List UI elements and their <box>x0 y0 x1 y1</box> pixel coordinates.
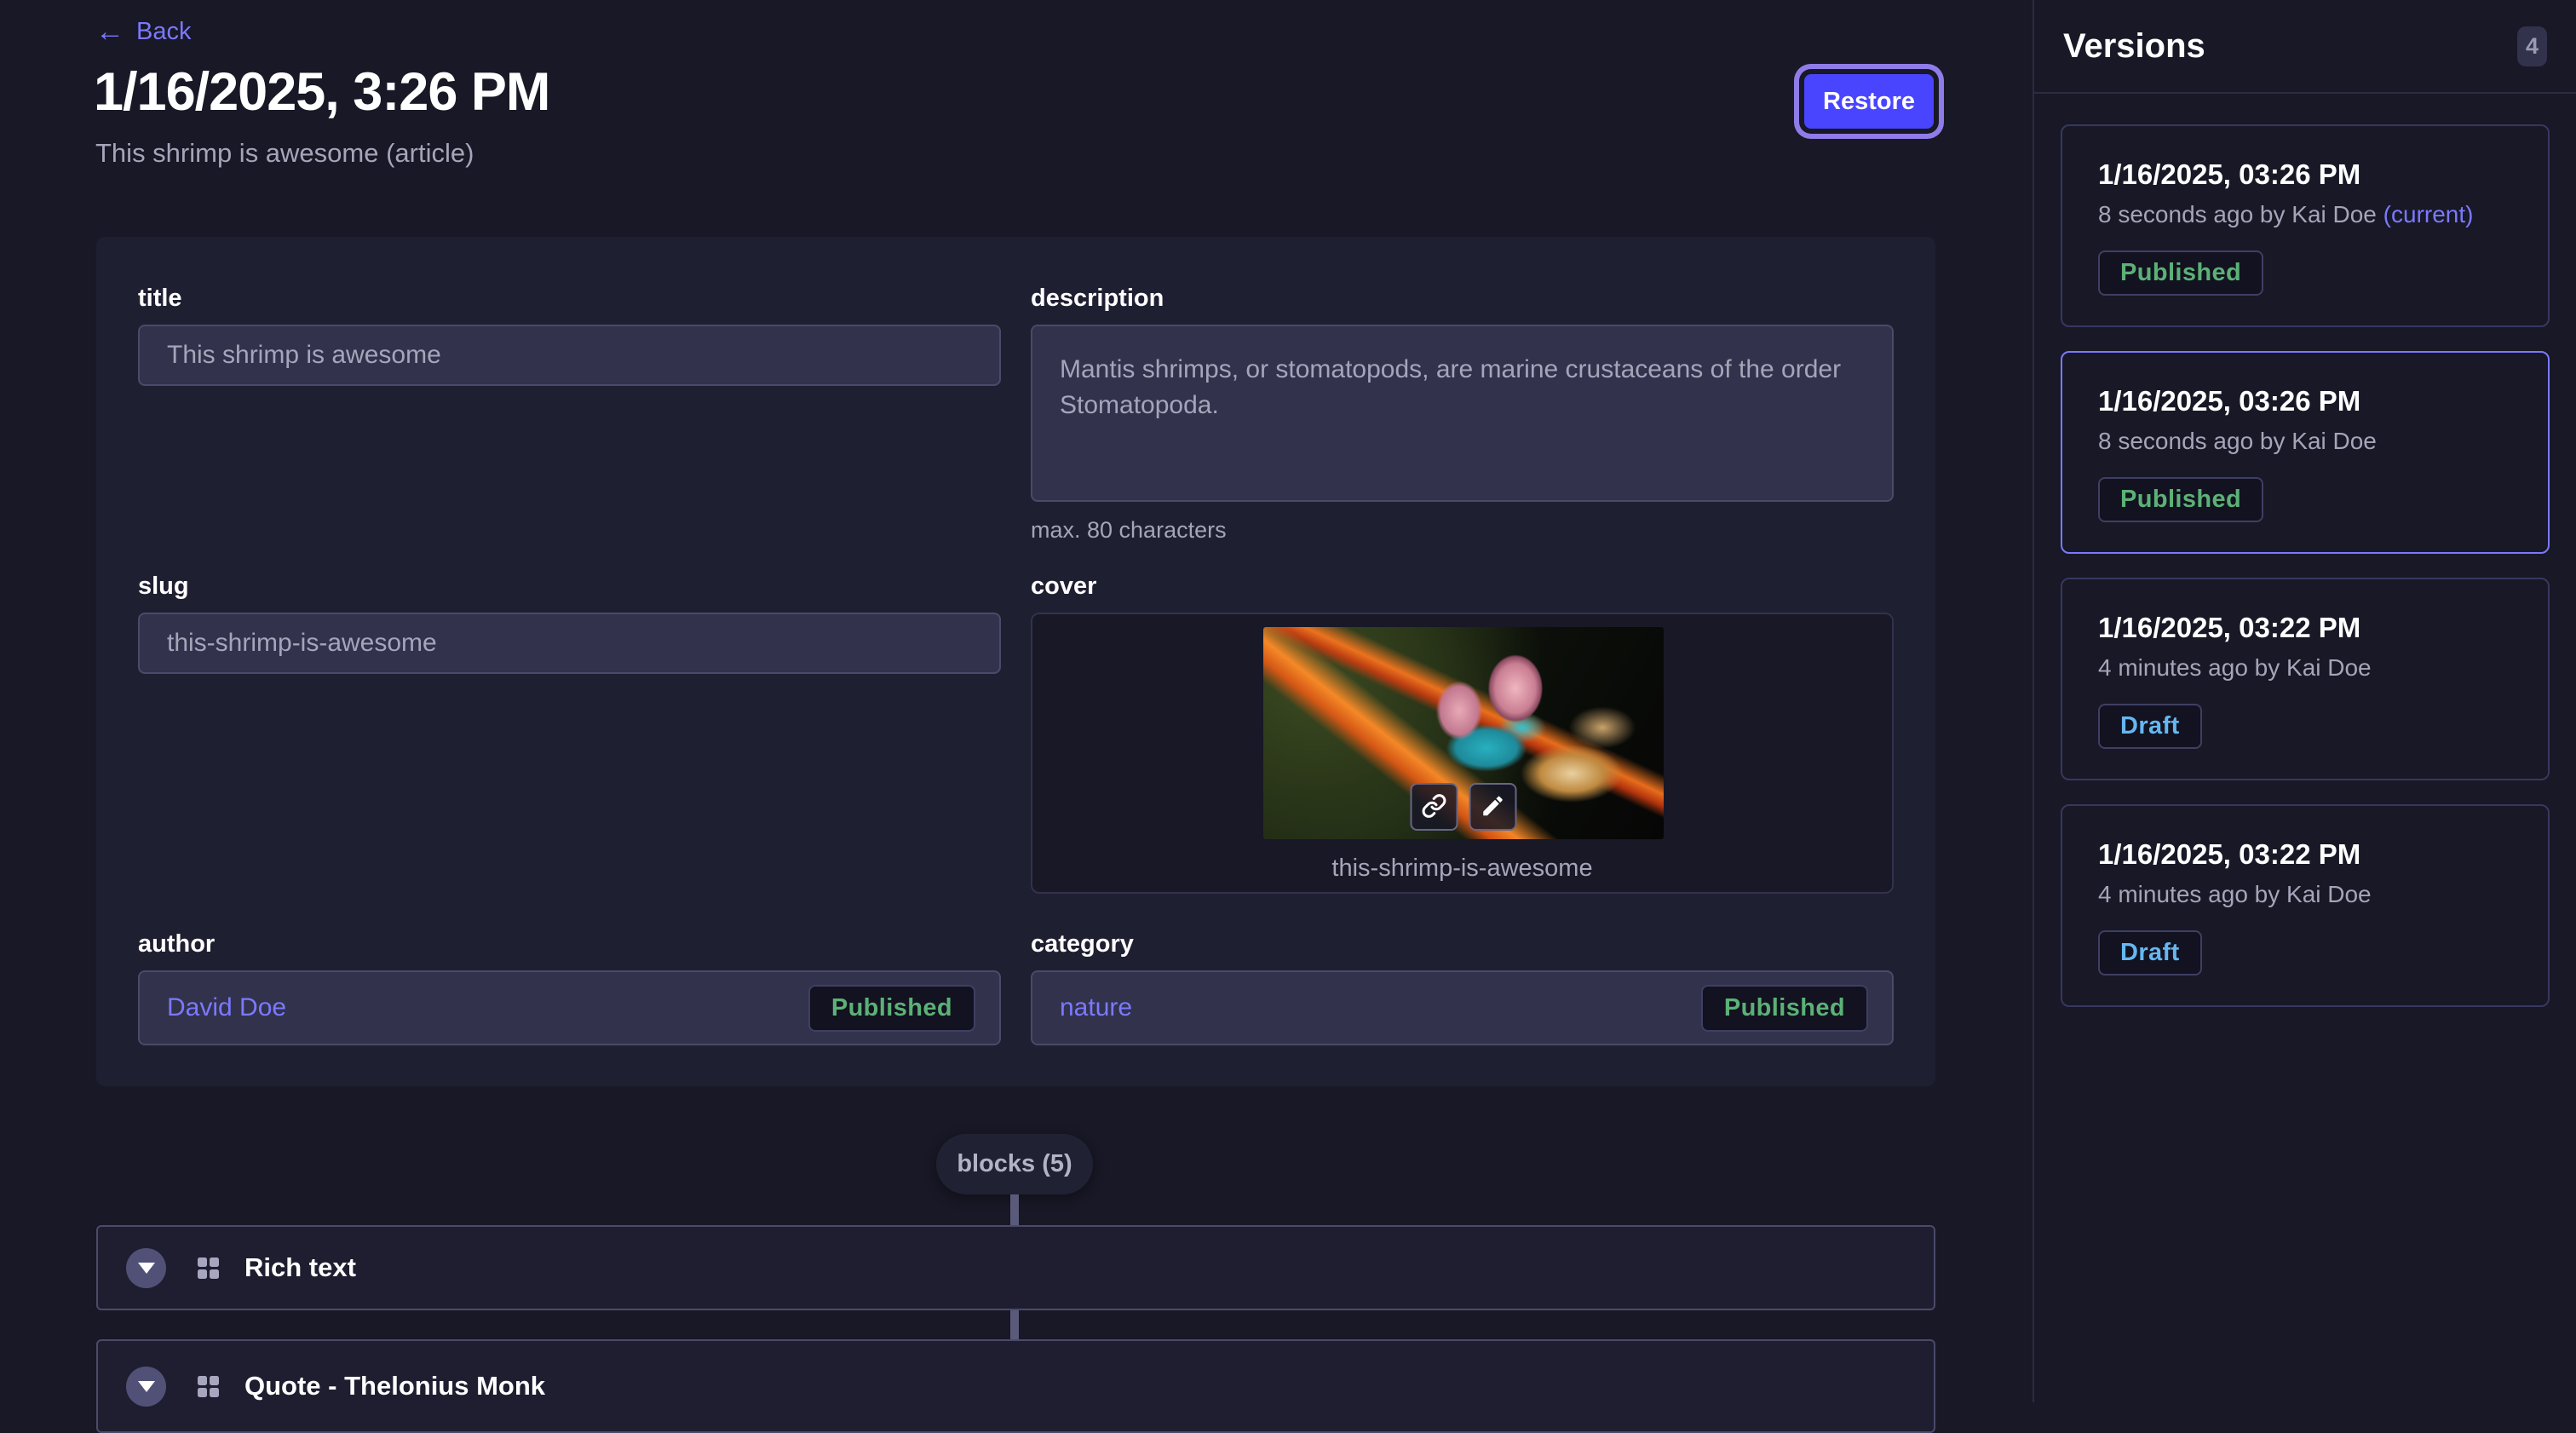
slug-field: slug this-shrimp-is-awesome <box>138 573 1001 674</box>
version-status-badge: Published <box>2098 250 2263 296</box>
versions-sidebar: Versions 4 1/16/2025, 03:26 PM 8 seconds… <box>2033 0 2576 1402</box>
author-status-badge: Published <box>808 985 975 1032</box>
version-meta: 8 seconds ago by Kai Doe <box>2098 428 2514 455</box>
version-card[interactable]: 1/16/2025, 03:22 PM 4 minutes ago by Kai… <box>2061 804 2550 1007</box>
version-list: 1/16/2025, 03:26 PM 8 seconds ago by Kai… <box>2034 94 2576 1007</box>
title-field: title This shrimp is awesome <box>138 285 1001 386</box>
author-link[interactable]: David Doe <box>167 993 286 1022</box>
restore-button[interactable]: Restore <box>1804 74 1934 129</box>
grid-icon <box>198 1376 219 1397</box>
version-date: 1/16/2025, 03:26 PM <box>2098 385 2514 417</box>
block-label: Rich text <box>244 1252 356 1283</box>
collapse-block-button[interactable] <box>126 1367 166 1407</box>
collapse-block-button[interactable] <box>126 1248 166 1288</box>
back-arrow-icon: ← <box>95 17 124 46</box>
link-icon <box>1422 793 1447 821</box>
blocks-connector <box>1010 1309 1019 1339</box>
version-meta: 4 minutes ago by Kai Doe <box>2098 881 2514 908</box>
version-meta: 8 seconds ago by Kai Doe (current) <box>2098 201 2514 228</box>
description-hint: max. 80 characters <box>1031 517 1894 544</box>
back-label: Back <box>136 18 191 46</box>
category-relation-box: nature Published <box>1031 970 1894 1045</box>
page-subtitle: This shrimp is awesome (article) <box>95 138 474 169</box>
title-input[interactable]: This shrimp is awesome <box>138 325 1001 386</box>
versions-sidebar-header: Versions 4 <box>2034 0 2576 94</box>
slug-field-label: slug <box>138 573 1001 601</box>
versions-title: Versions <box>2063 27 2205 66</box>
cover-image-actions <box>1411 783 1517 831</box>
version-status-badge: Draft <box>2098 704 2202 749</box>
cover-image <box>1263 627 1664 839</box>
version-meta-text: 8 seconds ago by Kai Doe <box>2098 428 2377 454</box>
block-label: Quote - Thelonius Monk <box>244 1371 545 1401</box>
version-status-badge: Published <box>2098 477 2263 522</box>
version-content-card: title This shrimp is awesome description… <box>96 237 1935 1086</box>
version-status-badge: Draft <box>2098 930 2202 975</box>
blocks-connector <box>1010 1194 1019 1225</box>
category-field-label: category <box>1031 930 1894 958</box>
description-textarea[interactable]: Mantis shrimps, or stomatopods, are mari… <box>1031 325 1894 502</box>
version-date: 1/16/2025, 03:22 PM <box>2098 838 2514 871</box>
versions-count-badge: 4 <box>2517 26 2547 66</box>
version-meta-text: 8 seconds ago by Kai Doe <box>2098 201 2377 227</box>
copy-link-button[interactable] <box>1411 783 1458 831</box>
category-field: category nature Published <box>1031 930 1894 1045</box>
version-meta: 4 minutes ago by Kai Doe <box>2098 654 2514 682</box>
cover-panel: this-shrimp-is-awesome <box>1031 613 1894 894</box>
edit-image-button[interactable] <box>1469 783 1517 831</box>
version-card[interactable]: 1/16/2025, 03:26 PM 8 seconds ago by Kai… <box>2061 124 2550 327</box>
blocks-count-pill: blocks (5) <box>936 1134 1093 1194</box>
version-card-selected[interactable]: 1/16/2025, 03:26 PM 8 seconds ago by Kai… <box>2061 351 2550 554</box>
page-title: 1/16/2025, 3:26 PM <box>94 61 549 123</box>
version-date: 1/16/2025, 03:22 PM <box>2098 612 2514 644</box>
description-field: description Mantis shrimps, or stomatopo… <box>1031 285 1894 544</box>
author-relation-box: David Doe Published <box>138 970 1001 1045</box>
chevron-down-icon <box>138 1381 155 1392</box>
block-row-rich-text[interactable]: Rich text <box>96 1225 1935 1310</box>
cover-caption: this-shrimp-is-awesome <box>1032 855 1892 883</box>
cover-field: cover <box>1031 573 1894 894</box>
version-meta-text: 4 minutes ago by Kai Doe <box>2098 654 2372 681</box>
version-meta-text: 4 minutes ago by Kai Doe <box>2098 881 2372 907</box>
cover-field-label: cover <box>1031 573 1894 601</box>
author-field-label: author <box>138 930 1001 958</box>
slug-input[interactable]: this-shrimp-is-awesome <box>138 613 1001 674</box>
version-current-tag: (current) <box>2383 201 2474 227</box>
block-row-quote[interactable]: Quote - Thelonius Monk <box>96 1339 1935 1433</box>
back-link[interactable]: ← Back <box>95 17 191 46</box>
version-card[interactable]: 1/16/2025, 03:22 PM 4 minutes ago by Kai… <box>2061 578 2550 780</box>
chevron-down-icon <box>138 1263 155 1274</box>
pencil-icon <box>1481 793 1506 821</box>
title-field-label: title <box>138 285 1001 313</box>
category-link[interactable]: nature <box>1060 993 1132 1022</box>
grid-icon <box>198 1257 219 1279</box>
description-field-label: description <box>1031 285 1894 313</box>
version-date: 1/16/2025, 03:26 PM <box>2098 158 2514 191</box>
author-field: author David Doe Published <box>138 930 1001 1045</box>
category-status-badge: Published <box>1701 985 1868 1032</box>
